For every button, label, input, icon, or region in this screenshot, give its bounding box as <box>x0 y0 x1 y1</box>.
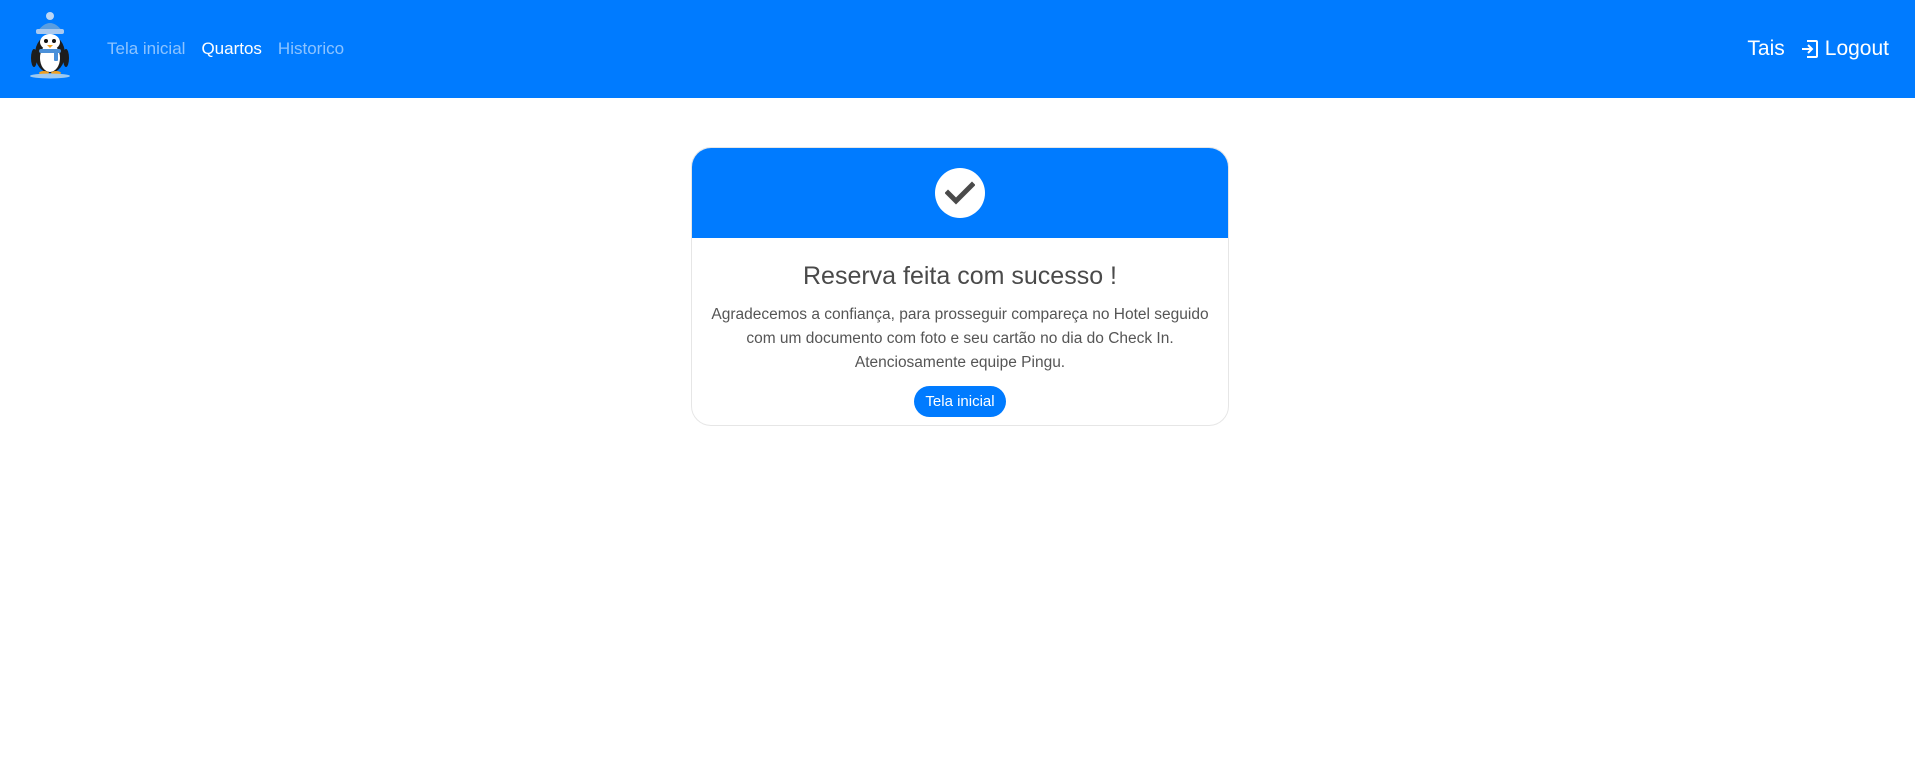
success-message: Agradecemos a confiança, para prosseguir… <box>702 303 1218 375</box>
nav-user-area: Tais Logout <box>1747 0 1889 98</box>
nav-link-tela-inicial[interactable]: Tela inicial <box>107 39 185 59</box>
check-icon <box>935 168 985 218</box>
nav-link-historico[interactable]: Historico <box>278 39 344 59</box>
success-title: Reserva feita com sucesso ! <box>802 262 1117 290</box>
brand-logo[interactable] <box>22 12 78 86</box>
logout-button[interactable]: Logout <box>1801 37 1889 61</box>
nav-link-quartos[interactable]: Quartos <box>201 39 261 59</box>
logout-label: Logout <box>1824 37 1889 60</box>
navbar: Tela inicial Quartos Historico Tais Logo… <box>0 0 1915 98</box>
message-line: com um documento com foto e seu cartão n… <box>746 330 1174 347</box>
logout-icon <box>1801 39 1819 59</box>
home-button[interactable]: Tela inicial <box>914 386 1006 417</box>
nav-links: Tela inicial Quartos Historico <box>107 0 360 98</box>
message-line: Agradecemos a confiança, para prosseguir… <box>711 306 1209 323</box>
penguin-icon <box>30 12 70 79</box>
card-body: Reserva feita com sucesso ! Agradecemos … <box>692 262 1228 417</box>
card-header <box>692 148 1228 238</box>
user-name-link[interactable]: Tais <box>1747 37 1784 61</box>
success-card: Reserva feita com sucesso ! Agradecemos … <box>691 147 1229 426</box>
message-line: Atenciosamente equipe Pingu. <box>854 354 1066 371</box>
